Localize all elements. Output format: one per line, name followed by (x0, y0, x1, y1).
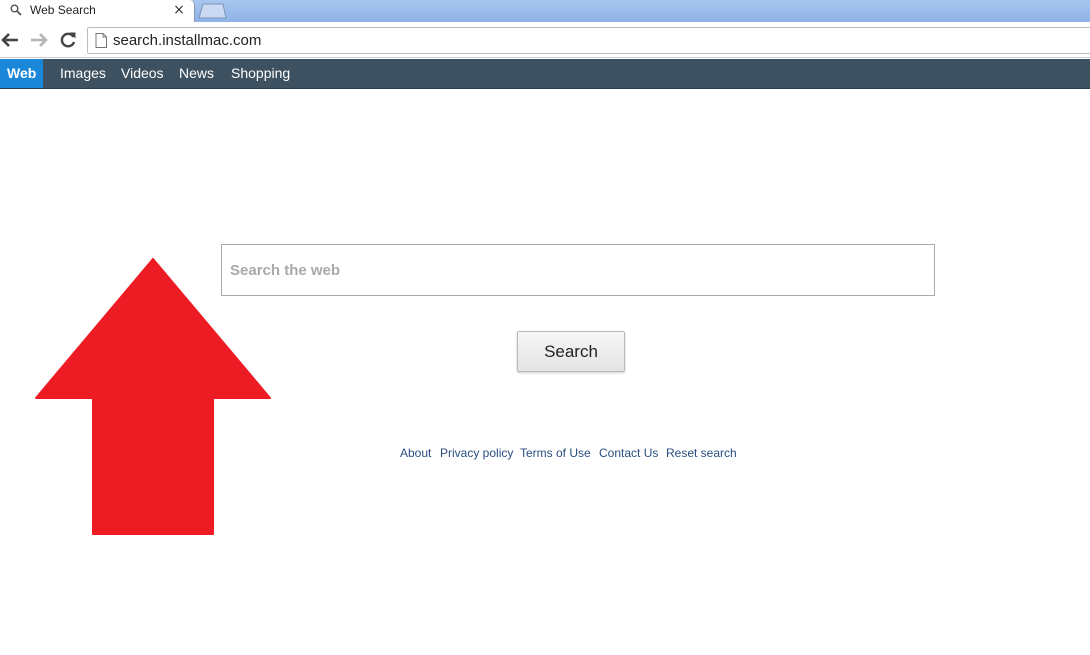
nav-tab-news[interactable]: News (179, 59, 214, 88)
search-input[interactable] (221, 244, 935, 296)
back-arrow-icon (1, 33, 18, 47)
browser-tab[interactable]: Web Search × (0, 0, 195, 22)
nav-tab-images[interactable]: Images (60, 59, 106, 88)
nav-tab-web[interactable]: Web (0, 59, 44, 88)
new-tab-button[interactable] (197, 3, 227, 19)
red-up-arrow-icon (35, 258, 271, 535)
footer-link-about[interactable]: About (400, 446, 431, 460)
forward-button[interactable] (29, 30, 49, 50)
nav-tab-videos[interactable]: Videos (121, 59, 164, 88)
url-text: search.installmac.com (113, 32, 262, 49)
footer-link-contact-us[interactable]: Contact Us (599, 446, 658, 460)
footer-link-terms-of-use[interactable]: Terms of Use (520, 446, 591, 460)
search-icon (10, 4, 22, 16)
nav-tab-shopping[interactable]: Shopping (231, 59, 290, 88)
page-icon (95, 33, 107, 48)
browser-window: Web Search × search.installmac.com Web I… (0, 0, 1090, 655)
footer-link-reset-search[interactable]: Reset search (666, 446, 737, 460)
browser-toolbar: search.installmac.com (0, 22, 1090, 58)
tab-strip: Web Search × (0, 0, 1090, 22)
search-button[interactable]: Search (517, 331, 625, 372)
address-bar[interactable]: search.installmac.com (87, 27, 1090, 54)
reload-button[interactable] (58, 30, 78, 50)
forward-arrow-icon (31, 33, 48, 47)
reload-icon (60, 32, 76, 48)
close-icon[interactable]: × (172, 1, 186, 19)
footer-link-privacy-policy[interactable]: Privacy policy (440, 446, 513, 460)
site-navbar: Web Images Videos News Shopping (0, 59, 1090, 89)
back-button[interactable] (0, 30, 20, 50)
tab-title: Web Search (30, 3, 96, 17)
